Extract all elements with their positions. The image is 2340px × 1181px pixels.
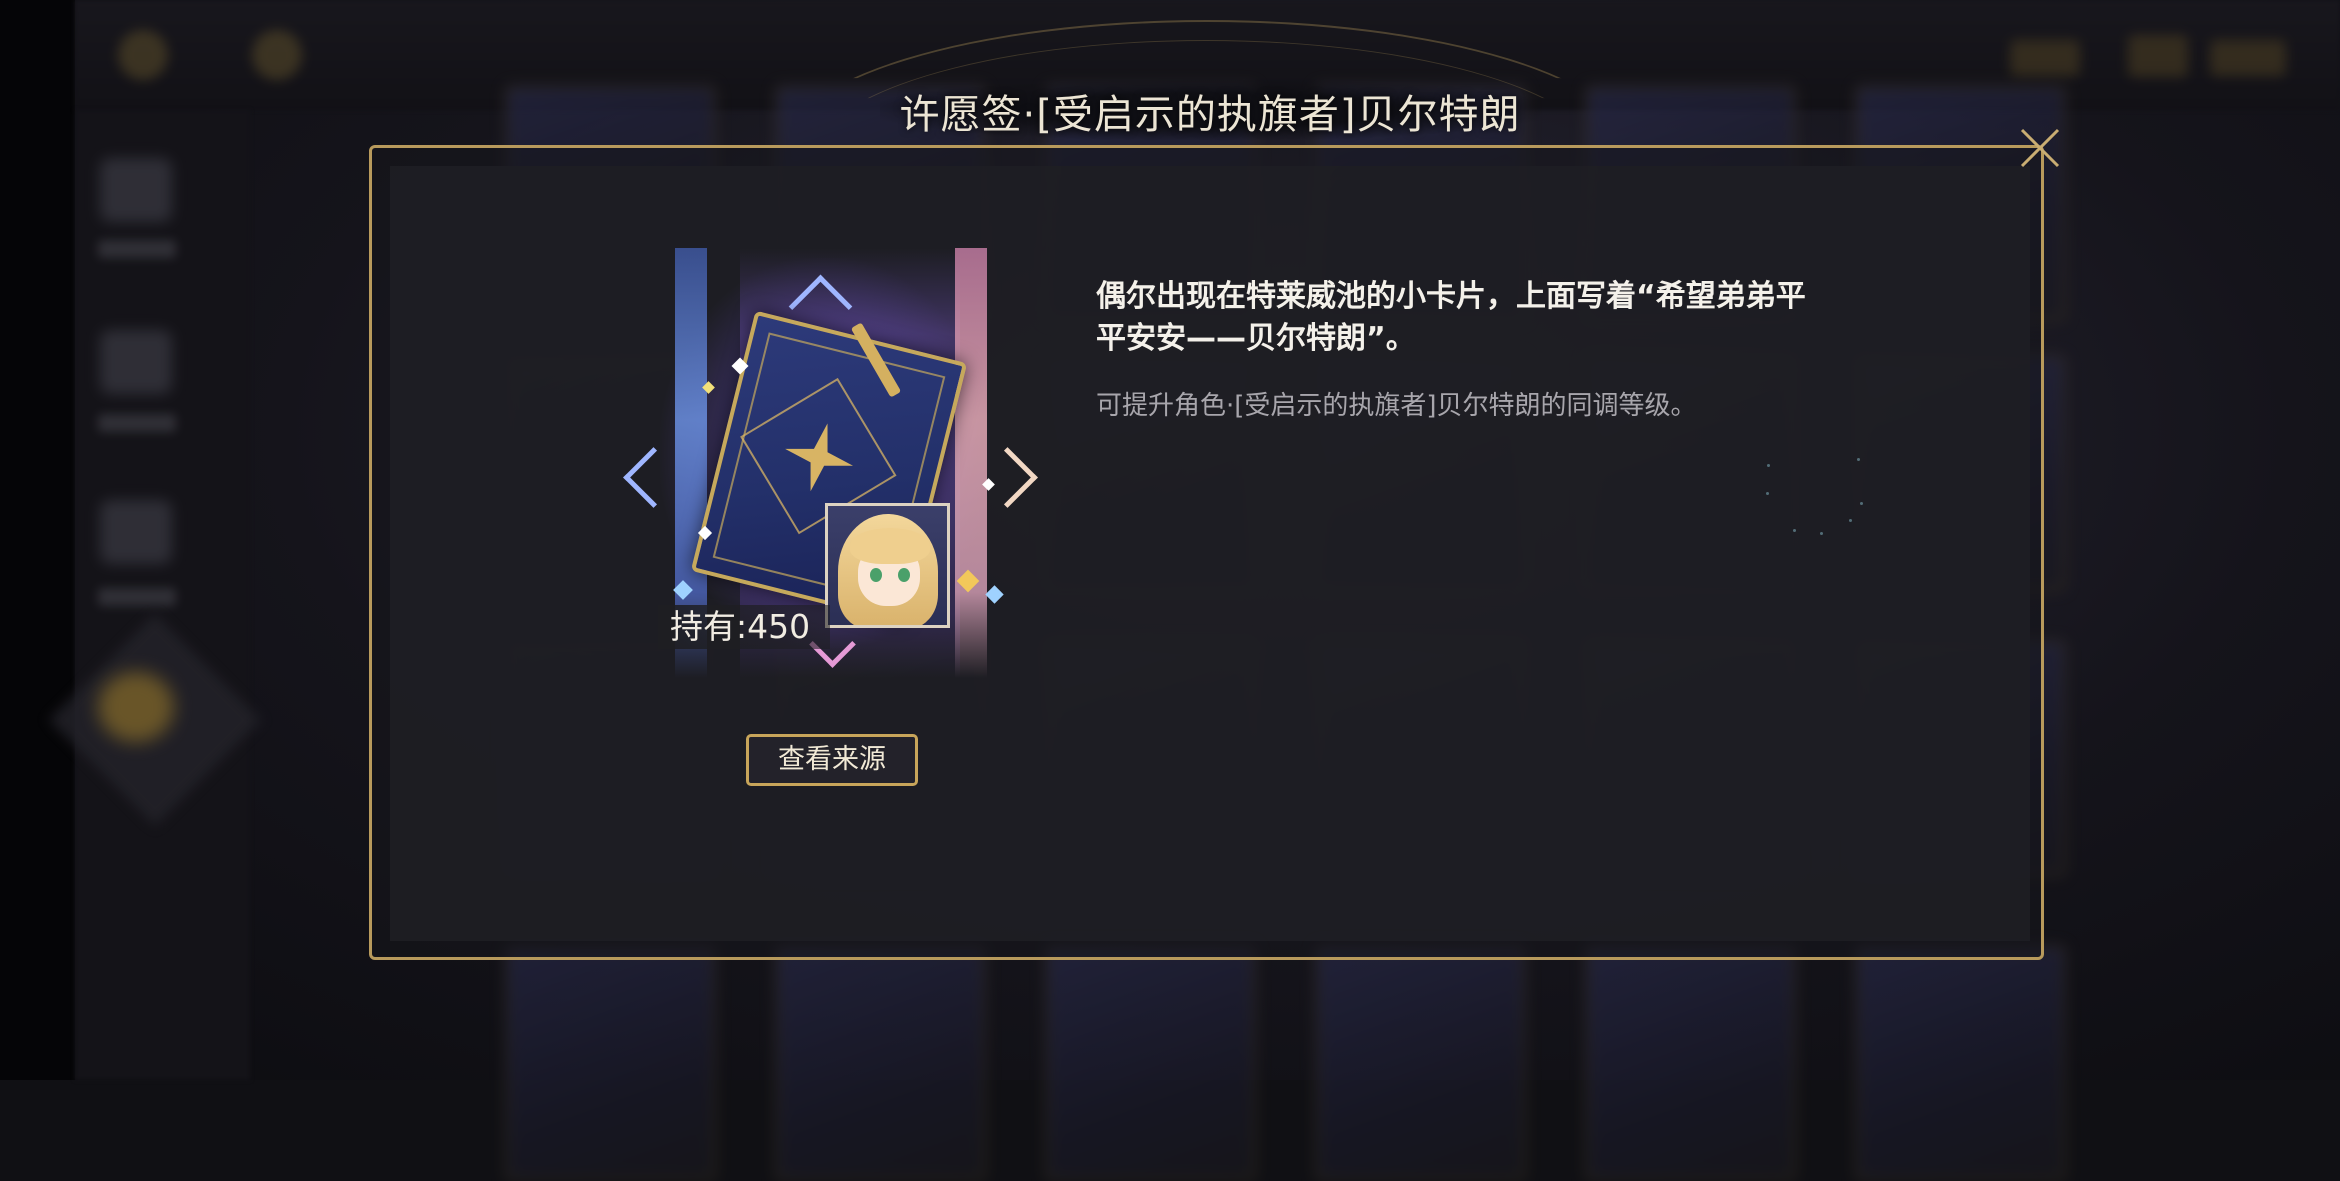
background-currency-icon <box>118 30 168 80</box>
portrait-bangs <box>850 528 930 564</box>
particle <box>1766 492 1769 495</box>
background-sidebar-icon <box>100 500 172 564</box>
view-source-button[interactable]: 查看来源 <box>746 734 918 786</box>
background-top-button <box>2128 35 2188 77</box>
background-sidebar-icon <box>100 330 172 394</box>
background-sidebar-label <box>98 414 176 432</box>
item-description: 偶尔出现在特莱威池的小卡片，上面写着“希望弟弟平平安安——贝尔特朗”。 <box>1096 279 1806 356</box>
background-card <box>505 945 716 1181</box>
background-currency-icon <box>252 30 302 80</box>
screen-edge <box>0 0 75 1080</box>
background-sidebar-label <box>98 240 176 258</box>
portrait-eye <box>898 568 910 582</box>
particle <box>1860 502 1863 505</box>
item-effect: 可提升角色·[受启示的执旗者]贝尔特朗的同调等级。 <box>1096 391 1697 421</box>
close-button[interactable] <box>2010 118 2070 178</box>
modal-title: 许愿签·[受启示的执旗者]贝尔特朗 <box>899 92 1521 138</box>
portrait-eye <box>870 568 882 582</box>
background-top-button <box>2010 40 2080 76</box>
particle <box>1849 519 1852 522</box>
particle <box>1767 464 1770 467</box>
artwork-stripe <box>955 248 987 678</box>
background-sidebar-icon <box>100 158 172 222</box>
background-card <box>1585 945 1796 1181</box>
background-sidebar-label <box>98 588 176 606</box>
background-card <box>1855 945 2066 1181</box>
held-count: 持有:450 <box>658 605 830 649</box>
particle <box>1820 532 1823 535</box>
background-card <box>775 945 986 1181</box>
particle <box>1857 458 1860 461</box>
background-card <box>1315 945 1526 1181</box>
character-portrait-icon <box>825 503 950 628</box>
background-sidebar-active-icon <box>98 672 174 742</box>
close-icon <box>2020 128 2060 168</box>
particle <box>1793 529 1796 532</box>
background-top-button <box>2210 40 2286 76</box>
background-card <box>1045 945 1256 1181</box>
